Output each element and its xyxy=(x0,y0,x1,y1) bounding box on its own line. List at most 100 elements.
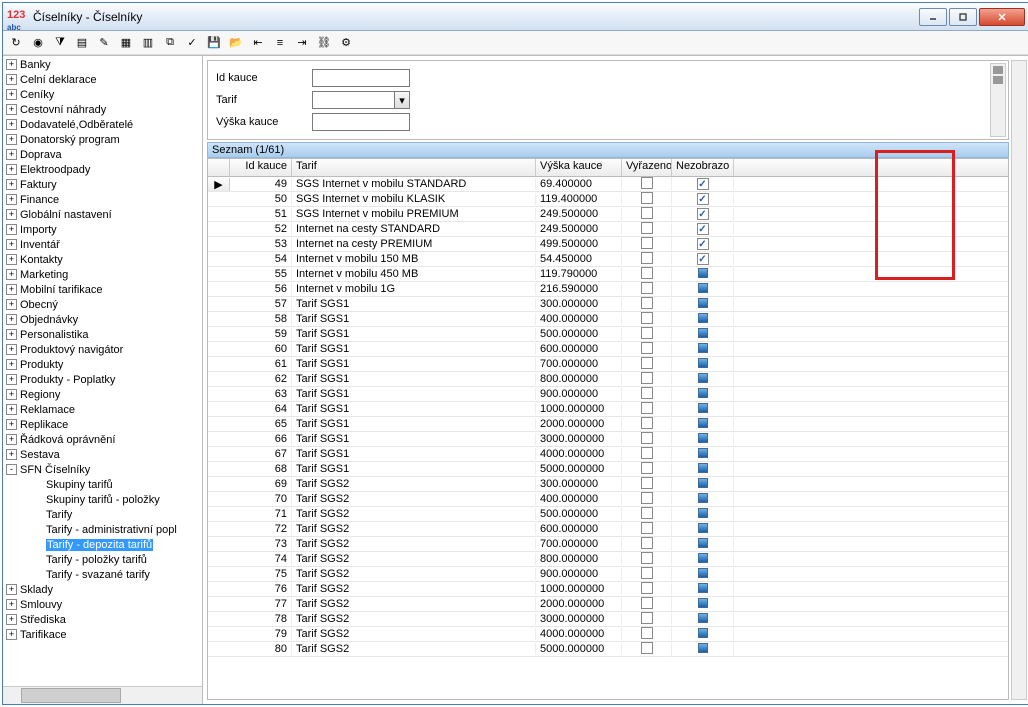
tree-h-scrollbar[interactable] xyxy=(3,686,202,704)
expand-icon[interactable]: + xyxy=(6,74,17,85)
cell-vyrazeno[interactable] xyxy=(622,342,672,357)
checkbox-icon[interactable] xyxy=(641,297,653,309)
col-tarif[interactable]: Tarif xyxy=(292,159,536,176)
tree-item[interactable]: +Regiony xyxy=(4,387,201,402)
cell-vyrazeno[interactable] xyxy=(622,372,672,387)
square-icon[interactable] xyxy=(698,268,708,278)
check-icon[interactable]: ✓ xyxy=(183,34,201,52)
square-icon[interactable] xyxy=(698,463,708,473)
cell-vyrazeno[interactable] xyxy=(622,537,672,552)
cell-nezobrazo[interactable] xyxy=(672,328,734,341)
expand-icon[interactable]: + xyxy=(6,344,17,355)
square-icon[interactable] xyxy=(698,538,708,548)
cell-nezobrazo[interactable] xyxy=(672,208,734,221)
cell-nezobrazo[interactable] xyxy=(672,643,734,656)
checkbox-icon[interactable] xyxy=(641,432,653,444)
indent-right-icon[interactable]: ⇥ xyxy=(293,34,311,52)
col-vyska[interactable]: Výška kauce xyxy=(536,159,622,176)
cell-nezobrazo[interactable] xyxy=(672,253,734,266)
cell-vyrazeno[interactable] xyxy=(622,462,672,477)
cell-vyrazeno[interactable] xyxy=(622,252,672,267)
square-icon[interactable] xyxy=(698,313,708,323)
tree-view[interactable]: +Banky+Celní deklarace+Ceníky+Cestovní n… xyxy=(3,56,202,686)
table-row[interactable]: 59Tarif SGS1500.000000 xyxy=(208,327,1008,342)
tree-item[interactable]: +Obecný xyxy=(4,297,201,312)
tree-item[interactable]: +Mobilní tarifikace xyxy=(4,282,201,297)
cell-vyrazeno[interactable] xyxy=(622,297,672,312)
square-icon[interactable] xyxy=(698,478,708,488)
minimize-button[interactable] xyxy=(919,8,947,26)
cell-nezobrazo[interactable] xyxy=(672,553,734,566)
checkbox-icon[interactable] xyxy=(641,252,653,264)
expand-icon[interactable]: + xyxy=(6,629,17,640)
expand-icon[interactable]: + xyxy=(6,224,17,235)
checkbox-icon[interactable] xyxy=(641,627,653,639)
col-vyrazeno[interactable]: Vyřazeno xyxy=(622,159,672,176)
cell-vyrazeno[interactable] xyxy=(622,492,672,507)
square-icon[interactable] xyxy=(698,628,708,638)
square-icon[interactable] xyxy=(698,583,708,593)
tree-item[interactable]: Skupiny tarifů - položky xyxy=(4,492,201,507)
checkbox-icon[interactable] xyxy=(641,537,653,549)
checkbox-icon[interactable] xyxy=(641,522,653,534)
tree-item[interactable]: +Celní deklarace xyxy=(4,72,201,87)
tree-item[interactable]: Tarify - depozita tarifů xyxy=(4,537,201,552)
cell-nezobrazo[interactable] xyxy=(672,238,734,251)
square-icon[interactable] xyxy=(698,508,708,518)
cell-nezobrazo[interactable] xyxy=(672,268,734,281)
checkbox-icon[interactable] xyxy=(641,372,653,384)
refresh-icon[interactable]: ↻ xyxy=(7,34,25,52)
tree-item[interactable]: +Střediska xyxy=(4,612,201,627)
table-row[interactable]: 74Tarif SGS2800.000000 xyxy=(208,552,1008,567)
table-row[interactable]: 60Tarif SGS1600.000000 xyxy=(208,342,1008,357)
table-row[interactable]: 64Tarif SGS11000.000000 xyxy=(208,402,1008,417)
indent-left-icon[interactable]: ⇤ xyxy=(249,34,267,52)
checkbox-icon[interactable] xyxy=(641,462,653,474)
square-icon[interactable] xyxy=(698,358,708,368)
cell-vyrazeno[interactable] xyxy=(622,642,672,657)
cell-vyrazeno[interactable] xyxy=(622,597,672,612)
square-icon[interactable] xyxy=(698,598,708,608)
cell-vyrazeno[interactable] xyxy=(622,522,672,537)
cell-nezobrazo[interactable] xyxy=(672,373,734,386)
checkbox-icon[interactable] xyxy=(641,597,653,609)
tree-item[interactable]: +Banky xyxy=(4,57,201,72)
checkbox-icon[interactable] xyxy=(641,357,653,369)
expand-icon[interactable]: + xyxy=(6,119,17,130)
tree-item[interactable]: +Faktury xyxy=(4,177,201,192)
square-icon[interactable] xyxy=(698,418,708,428)
expand-icon[interactable]: + xyxy=(6,284,17,295)
table-row[interactable]: 54Internet v mobilu 150 MB54.450000 xyxy=(208,252,1008,267)
save-icon[interactable]: 💾 xyxy=(205,34,223,52)
expand-icon[interactable]: + xyxy=(6,149,17,160)
checkbox-icon[interactable] xyxy=(641,222,653,234)
expand-icon[interactable]: + xyxy=(6,269,17,280)
checkbox-icon[interactable] xyxy=(641,267,653,279)
expand-icon[interactable]: + xyxy=(6,584,17,595)
expand-icon[interactable]: + xyxy=(6,104,17,115)
new-icon[interactable]: ▦ xyxy=(117,34,135,52)
checkbox-icon[interactable] xyxy=(641,327,653,339)
tree-item[interactable]: Tarify - položky tarifů xyxy=(4,552,201,567)
col-idkauce[interactable]: Id kauce xyxy=(230,159,292,176)
checkbox-icon[interactable] xyxy=(641,342,653,354)
grid-header[interactable]: Id kauce Tarif Výška kauce Vyřazeno Nezo… xyxy=(208,159,1008,177)
cell-vyrazeno[interactable] xyxy=(622,627,672,642)
cell-nezobrazo[interactable] xyxy=(672,403,734,416)
table-row[interactable]: 77Tarif SGS22000.000000 xyxy=(208,597,1008,612)
tree-item[interactable]: +Reklamace xyxy=(4,402,201,417)
table-row[interactable]: 76Tarif SGS21000.000000 xyxy=(208,582,1008,597)
edit-icon[interactable]: ✎ xyxy=(95,34,113,52)
expand-icon[interactable]: + xyxy=(6,329,17,340)
cell-vyrazeno[interactable] xyxy=(622,567,672,582)
square-icon[interactable] xyxy=(698,448,708,458)
cell-nezobrazo[interactable] xyxy=(672,538,734,551)
checkbox-icon[interactable] xyxy=(641,237,653,249)
square-icon[interactable] xyxy=(698,433,708,443)
cell-vyrazeno[interactable] xyxy=(622,192,672,207)
tree-item[interactable]: +Donatorský program xyxy=(4,132,201,147)
cell-vyrazeno[interactable] xyxy=(622,237,672,252)
form-scrollbar[interactable] xyxy=(990,63,1006,137)
square-icon[interactable] xyxy=(698,493,708,503)
cell-vyrazeno[interactable] xyxy=(622,612,672,627)
